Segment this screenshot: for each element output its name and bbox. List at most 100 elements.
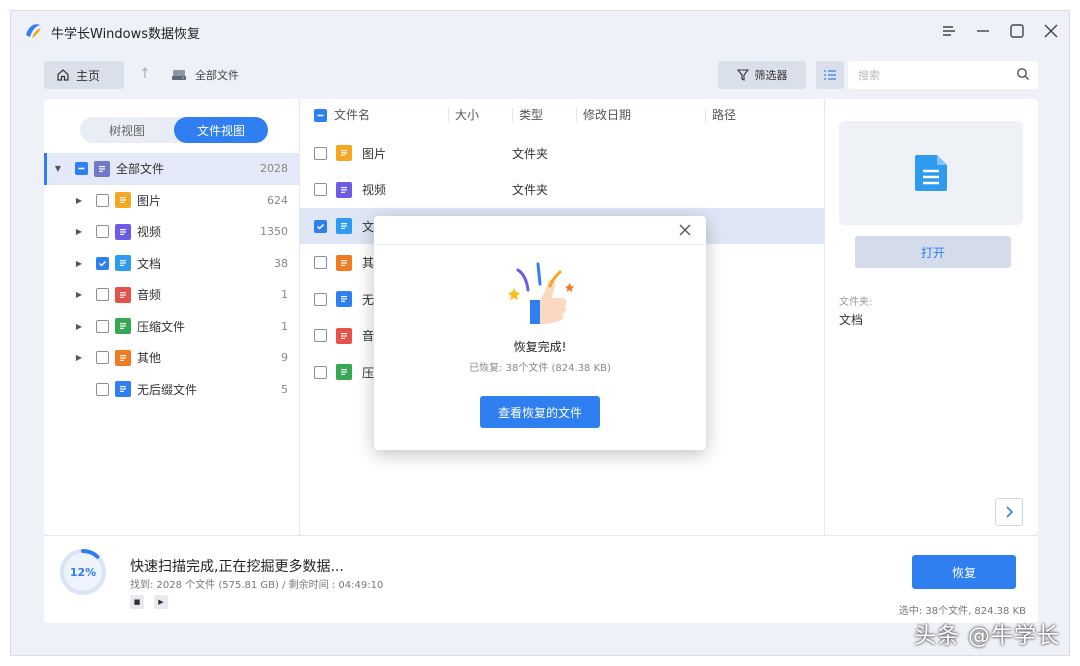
thumbs-up-icon xyxy=(500,260,580,330)
view-recovered-files-button[interactable]: 查看恢复的文件 xyxy=(480,396,600,428)
checkbox[interactable] xyxy=(75,162,88,175)
file-row[interactable]: 视频 文件夹 xyxy=(300,172,824,208)
breadcrumb-label: 全部文件 xyxy=(195,67,239,83)
home-button[interactable]: 主页 xyxy=(44,61,124,89)
folder-value: 文档 xyxy=(839,311,863,328)
tree-item-label: 其他 xyxy=(137,349,161,366)
tree-item[interactable]: ▶压缩文件1 xyxy=(44,311,300,343)
select-all-checkbox[interactable] xyxy=(314,109,327,122)
maximize-icon[interactable] xyxy=(1005,19,1029,43)
file-type-icon xyxy=(336,328,352,344)
checkbox[interactable] xyxy=(96,257,109,270)
next-button[interactable] xyxy=(995,498,1023,526)
caret-right-icon[interactable]: ▶ xyxy=(74,322,84,331)
tree-item[interactable]: ▶ 音频 1 xyxy=(44,279,300,311)
tree-item-content: 文档 xyxy=(96,255,161,272)
column-size[interactable]: 大小 xyxy=(448,108,479,122)
dialog-title: 恢复完成! xyxy=(374,338,706,355)
play-icon[interactable]: ▶ xyxy=(154,595,168,609)
progress-percent: 12% xyxy=(58,547,108,597)
breadcrumb[interactable]: 全部文件 xyxy=(171,67,239,83)
recover-button[interactable]: 恢复 xyxy=(912,555,1016,589)
search-input[interactable] xyxy=(858,69,1008,82)
tree-item[interactable]: ▶ 其他 9 xyxy=(44,342,300,374)
tree-item[interactable]: ▶ 文档 38 xyxy=(44,248,300,280)
checkbox[interactable] xyxy=(96,320,109,333)
close-icon[interactable] xyxy=(1039,19,1063,43)
tree-item[interactable]: ▼全部文件2028 xyxy=(44,153,300,185)
archive-icon xyxy=(115,318,131,334)
chevron-right-icon xyxy=(1004,506,1014,518)
checkbox[interactable] xyxy=(96,225,109,238)
up-arrow-icon[interactable]: ↑ xyxy=(139,66,151,82)
scan-status-title: 快速扫描完成,正在挖掘更多数据... xyxy=(130,556,344,576)
window-controls xyxy=(937,19,1063,43)
tab-tree-view[interactable]: 树视图 xyxy=(80,117,174,143)
tree-item-label: 音频 xyxy=(137,286,161,303)
caret-right-icon[interactable]: ▶ xyxy=(74,227,84,236)
checkbox[interactable] xyxy=(314,293,327,306)
search-icon[interactable] xyxy=(1016,67,1030,81)
file-name: 无 xyxy=(362,291,374,308)
left-panel: 树视图 文件视图 ▼全部文件2028▶图片624▶视频1350▶文档38▶音频1… xyxy=(44,99,300,535)
checkbox[interactable] xyxy=(314,256,327,269)
drive-icon xyxy=(171,68,187,82)
caret-right-icon[interactable]: ▶ xyxy=(74,290,84,299)
folder-label: 文件夹: xyxy=(839,293,872,308)
status-bar: 12% 快速扫描完成,正在挖掘更多数据... 找到: 2028 个文件 (575… xyxy=(44,535,1038,623)
column-type[interactable]: 类型 xyxy=(512,108,543,122)
stop-icon[interactable]: ■ xyxy=(130,595,144,609)
caret-right-icon[interactable]: ▶ xyxy=(74,353,84,362)
tree-item[interactable]: ▶ 图片 624 xyxy=(44,185,300,217)
watermark: 头条 @牛学长 xyxy=(914,618,1060,650)
document-icon xyxy=(115,255,131,271)
checkbox[interactable] xyxy=(314,183,327,196)
preview-panel: 打开 文件夹: 文档 xyxy=(824,99,1038,535)
file-name: 文 xyxy=(362,218,374,235)
file-tree: ▼全部文件2028▶图片624▶视频1350▶文档38▶音频1▶压缩文件1▶其他… xyxy=(44,153,300,405)
dialog-divider xyxy=(374,244,706,245)
tree-item-label: 视频 xyxy=(137,223,161,240)
checkbox[interactable] xyxy=(314,147,327,160)
caret-down-icon[interactable]: ▼ xyxy=(53,164,63,173)
tree-item-count: 38 xyxy=(274,257,288,270)
column-name[interactable]: 文件名 xyxy=(328,108,370,122)
close-icon[interactable] xyxy=(676,221,694,239)
menu-icon[interactable] xyxy=(937,19,961,43)
checkbox[interactable] xyxy=(96,288,109,301)
checkbox[interactable] xyxy=(96,351,109,364)
file-type-icon xyxy=(336,145,352,161)
checkbox[interactable] xyxy=(96,194,109,207)
home-label: 主页 xyxy=(76,67,100,84)
column-path[interactable]: 路径 xyxy=(705,108,736,122)
tree-item-label: 全部文件 xyxy=(116,160,164,177)
preview-box xyxy=(839,121,1023,225)
caret-right-icon[interactable]: ▶ xyxy=(74,196,84,205)
audio-icon xyxy=(115,287,131,303)
list-view-button[interactable] xyxy=(816,61,844,89)
open-button[interactable]: 打开 xyxy=(855,236,1011,268)
filter-label: 筛选器 xyxy=(755,67,788,83)
caret-right-icon[interactable]: ▶ xyxy=(74,259,84,268)
list-icon xyxy=(823,69,837,81)
tree-item[interactable]: 无后缀文件5 xyxy=(44,374,300,406)
tree-item-count: 1 xyxy=(281,320,288,333)
checkbox[interactable] xyxy=(314,220,327,233)
minimize-icon[interactable] xyxy=(971,19,995,43)
title-bar: 牛学长Windows数据恢复 xyxy=(11,11,1069,51)
checkbox[interactable] xyxy=(96,383,109,396)
file-row[interactable]: 图片文件夹 xyxy=(300,135,824,171)
tree-item[interactable]: ▶视频1350 xyxy=(44,216,300,248)
tree-item-count: 624 xyxy=(267,194,288,207)
tree-item-count: 9 xyxy=(281,351,288,364)
file-name: 压 xyxy=(362,364,374,381)
tab-file-view[interactable]: 文件视图 xyxy=(174,117,268,143)
tree-item-count: 1 xyxy=(281,288,288,301)
file-name: 视频 xyxy=(362,181,386,198)
checkbox[interactable] xyxy=(314,329,327,342)
checkbox[interactable] xyxy=(314,366,327,379)
filter-button[interactable]: 筛选器 xyxy=(718,61,806,89)
file-type: 文件夹 xyxy=(512,181,548,198)
column-modified[interactable]: 修改日期 xyxy=(576,108,631,122)
tree-item-content: 图片 xyxy=(96,192,161,209)
